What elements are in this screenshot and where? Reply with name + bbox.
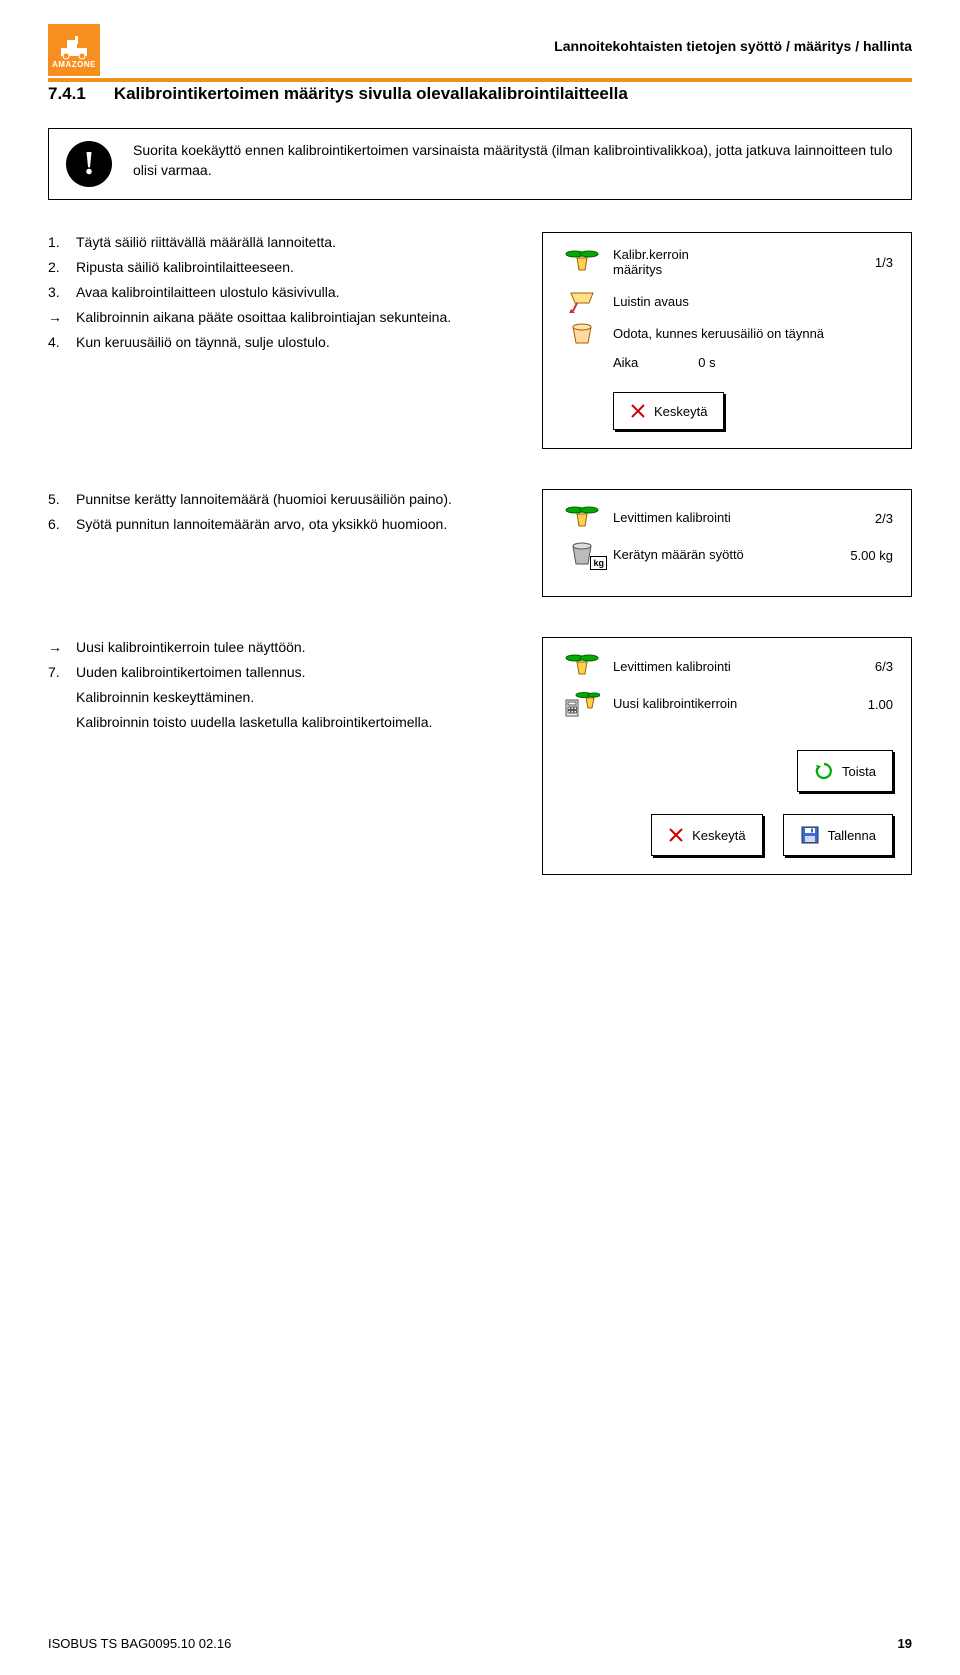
panel3-page: 6/3 bbox=[843, 659, 893, 674]
panel1-open-label: Luistin avaus bbox=[613, 294, 893, 309]
bucket-icon bbox=[561, 323, 603, 345]
spreader-icon bbox=[561, 504, 603, 532]
section-title-text: Kalibrointikertoimen määritys sivulla ol… bbox=[114, 84, 628, 103]
info-text: Suorita koekäyttö ennen kalibrointikerto… bbox=[129, 129, 911, 192]
panel2-input-label: Kerätyn määrän syöttö bbox=[613, 547, 833, 564]
section-number: 7.4.1 bbox=[48, 84, 86, 103]
panel1-wait-label: Odota, kunnes keruusäiliö on täynnä bbox=[613, 326, 893, 343]
doc-id: ISOBUS TS BAG0095.10 02.16 bbox=[48, 1636, 231, 1651]
repeat-label: Toista bbox=[842, 764, 876, 779]
page-footer: ISOBUS TS BAG0095.10 02.16 19 bbox=[48, 1636, 912, 1651]
refresh-icon bbox=[814, 761, 834, 781]
panel2-title: Levittimen kalibrointi bbox=[613, 510, 833, 527]
panel1-time-label: Aika bbox=[613, 355, 638, 370]
logo-text: AMAZONE bbox=[52, 60, 96, 69]
steps-list-2: 5.Punnitse kerätty lannoitemäärä (huomio… bbox=[48, 489, 512, 539]
section-heading: 7.4.1 Kalibrointikertoimen määritys sivul… bbox=[48, 84, 912, 104]
cancel-button[interactable]: Keskeytä bbox=[651, 814, 762, 856]
repeat-button[interactable]: Toista bbox=[797, 750, 893, 792]
panel-2: Levittimen kalibrointi 2/3 kg Kerätyn mä… bbox=[542, 489, 912, 597]
slide-open-icon bbox=[561, 289, 603, 313]
bucket-kg-icon: kg bbox=[561, 542, 603, 568]
breadcrumb: Lannoitekohtaisten tietojen syöttö / mää… bbox=[48, 38, 912, 54]
exclamation-icon: ! bbox=[66, 141, 112, 187]
spreader-icon bbox=[561, 652, 603, 680]
logo: AMAZONE bbox=[48, 24, 100, 76]
panel1-time-value: 0 s bbox=[698, 355, 715, 370]
panel2-value: 5.00 kg bbox=[843, 548, 893, 563]
panel1-title-1: Kalibr.kerroin bbox=[613, 247, 689, 262]
steps-list-1: 1.Täytä säiliö riittävällä määrällä lann… bbox=[48, 232, 512, 357]
floppy-icon bbox=[800, 825, 820, 845]
spreader-icon bbox=[561, 248, 603, 276]
panel1-page: 1/3 bbox=[843, 255, 893, 270]
cancel-label: Keskeytä bbox=[692, 828, 745, 843]
cancel-button[interactable]: Keskeytä bbox=[613, 392, 724, 430]
cancel-label: Keskeytä bbox=[654, 404, 707, 419]
panel3-value: 1.00 bbox=[843, 697, 893, 712]
save-label: Tallenna bbox=[828, 828, 876, 843]
panel3-title: Levittimen kalibrointi bbox=[613, 659, 833, 674]
save-button[interactable]: Tallenna bbox=[783, 814, 893, 856]
close-icon bbox=[668, 827, 684, 843]
steps-list-3: →Uusi kalibrointikerroin tulee näyttöön.… bbox=[48, 637, 512, 737]
panel-3: Levittimen kalibrointi 6/3 bbox=[542, 637, 912, 875]
close-icon bbox=[630, 403, 646, 419]
info-box: ! Suorita koekäyttö ennen kalibrointiker… bbox=[48, 128, 912, 200]
page-number: 19 bbox=[898, 1636, 912, 1651]
panel3-new-label: Uusi kalibrointikerroin bbox=[613, 696, 833, 713]
calculator-spreader-icon bbox=[561, 690, 603, 718]
header-divider bbox=[48, 78, 912, 82]
panel-1: Kalibr.kerroin määritys 1/3 Luistin avau… bbox=[542, 232, 912, 449]
panel2-page: 2/3 bbox=[843, 511, 893, 526]
panel1-title-2: määritys bbox=[613, 262, 662, 277]
